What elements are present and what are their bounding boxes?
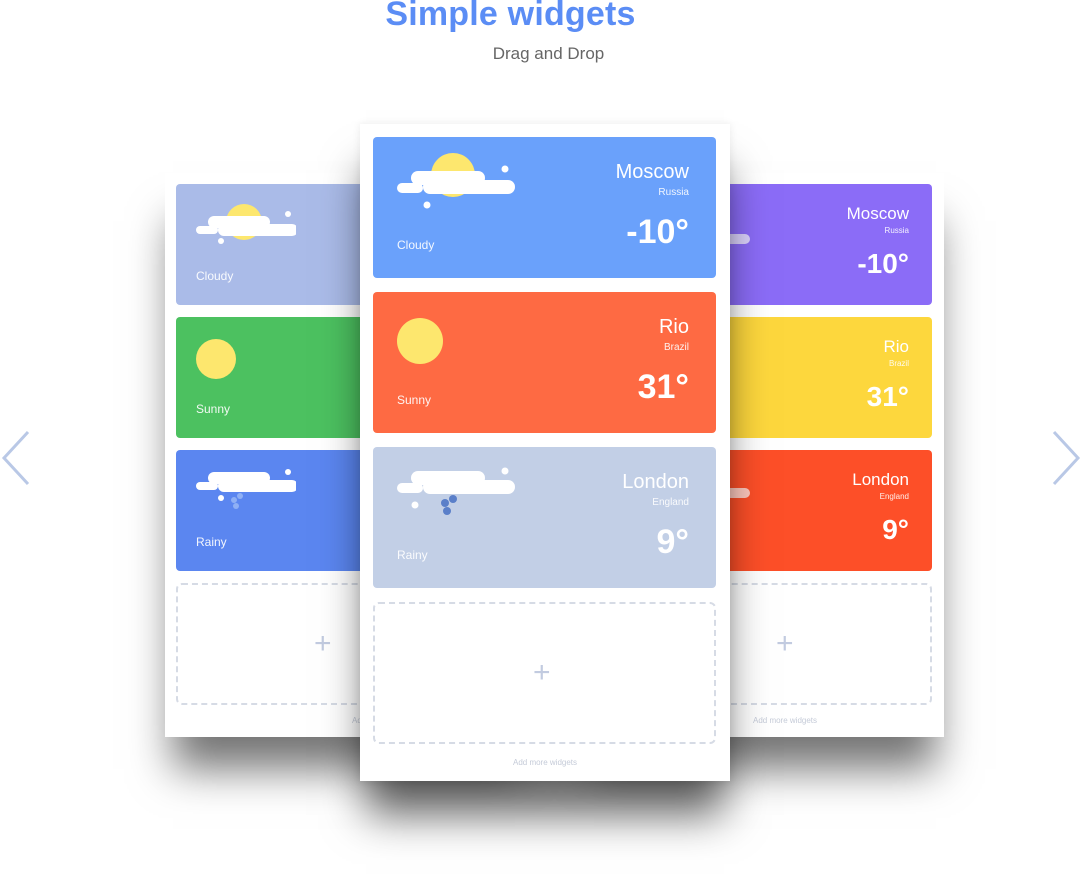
page-title: Simple widgets — [385, 0, 636, 33]
temperature: 9° — [656, 523, 689, 561]
sun-icon — [397, 318, 443, 364]
cloud-sun-icon — [196, 204, 296, 244]
country-name: England — [652, 497, 689, 508]
city-name: Moscow — [846, 204, 909, 223]
condition-label: Cloudy — [196, 269, 234, 283]
temperature: -10° — [626, 213, 689, 251]
city-name: London — [852, 470, 909, 489]
temperature: 9° — [882, 514, 909, 545]
city-name: London — [622, 471, 689, 493]
temperature: 31° — [637, 368, 689, 406]
add-widget-box[interactable]: + — [373, 602, 716, 744]
sun-icon — [196, 339, 236, 379]
cloud-sun-icon — [397, 153, 515, 209]
condition-label: Sunny — [397, 393, 432, 407]
country-name: Brazil — [663, 342, 689, 353]
next-button[interactable] — [1050, 428, 1081, 488]
country-name: Brazil — [888, 359, 909, 368]
country-name: England — [879, 492, 909, 501]
rain-cloud-icon — [397, 467, 515, 515]
chevron-left-icon — [1, 430, 30, 486]
condition-label: Rainy — [397, 548, 428, 562]
condition-label: Cloudy — [397, 238, 435, 252]
country-name: Russia — [658, 187, 689, 198]
country-name: Russia — [884, 226, 909, 235]
add-more-widgets-link[interactable]: Add more widgets — [360, 758, 730, 767]
weather-widget-moscow[interactable]: Cloudy Moscow Russia -10° — [373, 137, 716, 278]
city-name: Rio — [658, 316, 689, 338]
prev-button[interactable] — [0, 428, 34, 488]
weather-widget-london[interactable]: Rainy London England 9° — [373, 447, 716, 588]
widget-panel-center[interactable]: Cloudy Moscow Russia -10° Sunny Rio Braz… — [360, 124, 730, 781]
page-subtitle: Drag and Drop — [492, 44, 605, 63]
plus-icon: + — [314, 627, 332, 660]
rain-cloud-icon — [196, 469, 296, 509]
city-name: Rio — [883, 337, 909, 356]
city-name: Moscow — [615, 161, 689, 183]
condition-label: Sunny — [196, 402, 231, 416]
chevron-right-icon — [1052, 430, 1081, 486]
plus-icon: + — [776, 627, 794, 660]
temperature: -10° — [857, 248, 909, 279]
weather-widget-rio[interactable]: Sunny Rio Brazil 31° — [373, 292, 716, 433]
condition-label: Rainy — [196, 535, 227, 549]
plus-icon: + — [533, 656, 551, 689]
temperature: 31° — [866, 381, 909, 412]
